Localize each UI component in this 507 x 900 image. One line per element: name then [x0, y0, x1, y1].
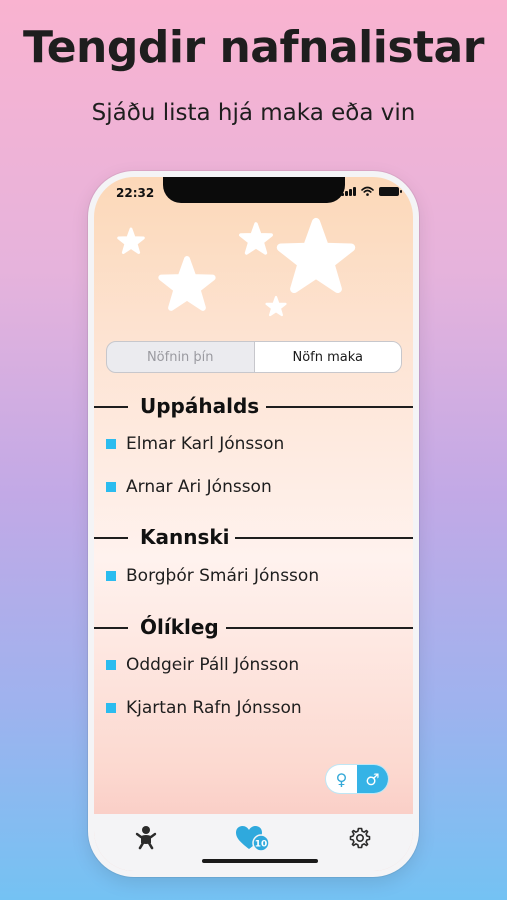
status-time: 22:32: [116, 186, 155, 200]
tab-favorites[interactable]: 10: [234, 823, 274, 853]
bullet-icon: [106, 660, 116, 670]
name-label: Elmar Karl Jónsson: [126, 434, 285, 454]
battery-icon: [379, 186, 402, 196]
gear-icon: [349, 827, 371, 849]
list-item[interactable]: Arnar Ari Jónsson: [106, 474, 272, 500]
section-title: Kannski: [140, 525, 230, 549]
list-item[interactable]: Borgþór Smári Jónsson: [106, 563, 319, 589]
tab-baby[interactable]: [126, 823, 166, 853]
tab-settings[interactable]: [340, 823, 380, 853]
promo-headline: Tengdir nafnalistar: [23, 22, 484, 73]
list-item[interactable]: Kjartan Rafn Jónsson: [106, 695, 302, 721]
signal-icon: [341, 186, 356, 196]
section-header-unlikely: Ólíkleg: [94, 612, 413, 642]
list-item[interactable]: Elmar Karl Jónsson: [106, 431, 284, 457]
section-divider: [266, 406, 413, 408]
list-item[interactable]: Oddgeir Páll Jónsson: [106, 652, 299, 678]
name-label: Arnar Ari Jónsson: [126, 477, 272, 497]
favorites-badge: 10: [255, 839, 268, 849]
gender-toggle: ♀ ♂: [326, 765, 388, 793]
list-segmented-control: Nöfnin þín Nöfn maka: [106, 341, 402, 373]
phone-frame: 22:32 Nöfnin þín Nöfn maka Uppáhalds Elm…: [88, 171, 419, 877]
male-icon[interactable]: ♂: [357, 765, 388, 793]
segment-partner-names[interactable]: Nöfn maka: [253, 342, 401, 372]
segment-your-names[interactable]: Nöfnin þín: [107, 342, 254, 372]
section-header-favorites: Uppáhalds: [94, 391, 413, 421]
status-icons: [341, 186, 402, 196]
name-label: Oddgeir Páll Jónsson: [126, 655, 300, 675]
tab-bar: 10: [94, 814, 413, 871]
notch: [163, 177, 345, 203]
name-label: Borgþór Smári Jónsson: [126, 566, 320, 586]
bullet-icon: [106, 703, 116, 713]
name-label: Kjartan Rafn Jónsson: [126, 698, 302, 718]
wifi-icon: [361, 186, 374, 196]
hearts-icon: 10: [236, 826, 270, 852]
bullet-icon: [106, 571, 116, 581]
promo-subheadline: Sjáðu lista hjá maka eða vin: [91, 100, 416, 126]
app-screen: 22:32 Nöfnin þín Nöfn maka Uppáhalds Elm…: [94, 177, 413, 871]
section-divider: [94, 627, 128, 629]
section-divider: [235, 537, 413, 539]
bullet-icon: [106, 439, 116, 449]
section-title: Uppáhalds: [140, 394, 260, 418]
section-divider: [94, 406, 128, 408]
baby-icon: [135, 826, 157, 850]
home-indicator: [202, 859, 318, 863]
section-divider: [226, 627, 413, 629]
female-icon[interactable]: ♀: [326, 765, 357, 793]
section-header-maybe: Kannski: [94, 522, 413, 552]
bullet-icon: [106, 482, 116, 492]
section-divider: [94, 537, 128, 539]
section-title: Ólíkleg: [140, 615, 219, 639]
